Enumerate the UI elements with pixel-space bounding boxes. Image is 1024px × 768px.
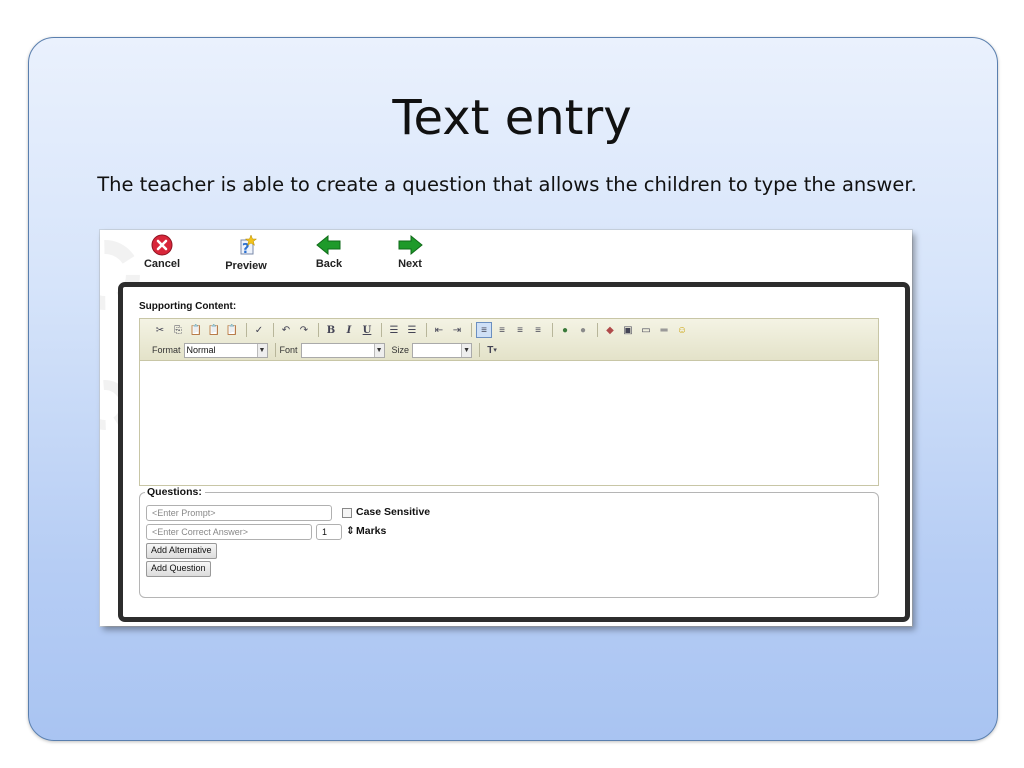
add-alternative-button[interactable]: Add Alternative: [146, 543, 217, 559]
next-arrow-icon: [398, 234, 423, 256]
next-label: Next: [398, 258, 422, 270]
toolbar-separator: [273, 323, 274, 337]
horizontal-rule-icon[interactable]: ═: [656, 322, 672, 338]
questions-fieldset: Questions: <Enter Prompt> Case Sensitive…: [139, 486, 879, 598]
toolbar-separator: [479, 343, 481, 357]
align-center-icon[interactable]: ≡: [494, 322, 510, 338]
text-color-icon[interactable]: T ▾: [484, 342, 500, 358]
format-label: Format: [152, 345, 181, 355]
questions-legend: Questions:: [145, 486, 205, 498]
bold-icon[interactable]: B: [323, 322, 339, 338]
editor-panel: Supporting Content: ✂ ⎘ 📋 📋 📋 ✓ ↶ ↷ B I …: [118, 282, 910, 622]
case-sensitive-label: Case Sensitive: [356, 506, 431, 518]
add-question-button[interactable]: Add Question: [146, 561, 211, 577]
editor-screenshot: Cancel ? Preview Back Next Supporting Co…: [100, 230, 912, 626]
paste-text-icon[interactable]: 📋: [206, 322, 222, 338]
redo-icon[interactable]: ↷: [296, 322, 312, 338]
preview-button[interactable]: ? Preview: [216, 234, 276, 272]
toolbar-separator: [597, 323, 598, 337]
cancel-button[interactable]: Cancel: [132, 234, 192, 270]
toolbar-separator: [246, 323, 247, 337]
justify-icon[interactable]: ≡: [530, 322, 546, 338]
cancel-icon: [151, 234, 173, 256]
toolbar-separator: [381, 323, 382, 337]
font-select[interactable]: ▼: [300, 342, 385, 358]
format-select[interactable]: Normal ▼: [183, 342, 268, 358]
paste-icon[interactable]: 📋: [188, 322, 204, 338]
toolbar-separator: [318, 323, 319, 337]
toolbar-row-2: Format Normal ▼ Font ▼ Size ▼ T ▾: [152, 341, 502, 359]
toolbar-separator: [274, 343, 276, 357]
toolbar-separator: [552, 323, 553, 337]
back-label: Back: [315, 258, 343, 270]
toolbar-row-1: ✂ ⎘ 📋 📋 📋 ✓ ↶ ↷ B I U ☰ ☰ ⇤ ⇥ ≡ ≡ ≡ ≡ ● …: [152, 321, 692, 339]
next-button[interactable]: Next: [380, 234, 440, 270]
table-icon[interactable]: ▭: [638, 322, 654, 338]
indent-icon[interactable]: ⇥: [449, 322, 465, 338]
cancel-label: Cancel: [143, 258, 181, 270]
align-right-icon[interactable]: ≡: [512, 322, 528, 338]
font-label: Font: [279, 345, 298, 355]
size-label: Size: [391, 345, 410, 355]
slide-title: Text entry: [392, 90, 632, 146]
outdent-icon[interactable]: ⇤: [431, 322, 447, 338]
link-icon[interactable]: ●: [557, 322, 573, 338]
correct-answer-input[interactable]: <Enter Correct Answer>: [146, 524, 312, 540]
back-arrow-icon: [316, 234, 341, 256]
supporting-content-editor[interactable]: [139, 360, 879, 486]
slide-subtitle: The teacher is able to create a question…: [97, 173, 917, 196]
toolbar-separator: [426, 323, 427, 337]
copy-icon[interactable]: ⎘: [170, 322, 186, 338]
supporting-content-label: Supporting Content:: [139, 301, 237, 312]
image-icon[interactable]: ▣: [620, 322, 636, 338]
case-sensitive-checkbox[interactable]: [342, 508, 352, 518]
marks-stepper-icon[interactable]: ⇕: [346, 525, 355, 537]
preview-label: Preview: [225, 260, 267, 272]
paste-word-icon[interactable]: 📋: [224, 322, 240, 338]
italic-icon[interactable]: I: [341, 322, 357, 338]
align-left-icon[interactable]: ≡: [476, 322, 492, 338]
rich-text-toolbar: ✂ ⎘ 📋 📋 📋 ✓ ↶ ↷ B I U ☰ ☰ ⇤ ⇥ ≡ ≡ ≡ ≡ ● …: [139, 318, 879, 361]
size-select[interactable]: ▼: [412, 342, 473, 358]
chevron-down-icon: ▼: [256, 343, 267, 357]
smiley-icon[interactable]: ☺: [674, 322, 690, 338]
numbered-list-icon[interactable]: ☰: [386, 322, 402, 338]
preview-icon: ?: [240, 234, 258, 257]
unlink-icon[interactable]: ●: [575, 322, 591, 338]
marks-spinner[interactable]: 1: [316, 524, 342, 540]
underline-icon[interactable]: U: [359, 322, 375, 338]
chevron-down-icon: ▼: [373, 343, 384, 357]
spellcheck-icon[interactable]: ✓: [251, 322, 267, 338]
flash-icon[interactable]: ◆: [602, 322, 618, 338]
toolbar-separator: [471, 323, 472, 337]
prompt-input[interactable]: <Enter Prompt>: [146, 505, 332, 521]
undo-icon[interactable]: ↶: [278, 322, 294, 338]
cut-icon[interactable]: ✂: [152, 322, 168, 338]
format-select-value: Normal: [186, 345, 216, 355]
marks-label: Marks: [356, 525, 387, 537]
back-button[interactable]: Back: [299, 234, 359, 270]
chevron-down-icon: ▼: [461, 343, 472, 357]
bulleted-list-icon[interactable]: ☰: [404, 322, 420, 338]
